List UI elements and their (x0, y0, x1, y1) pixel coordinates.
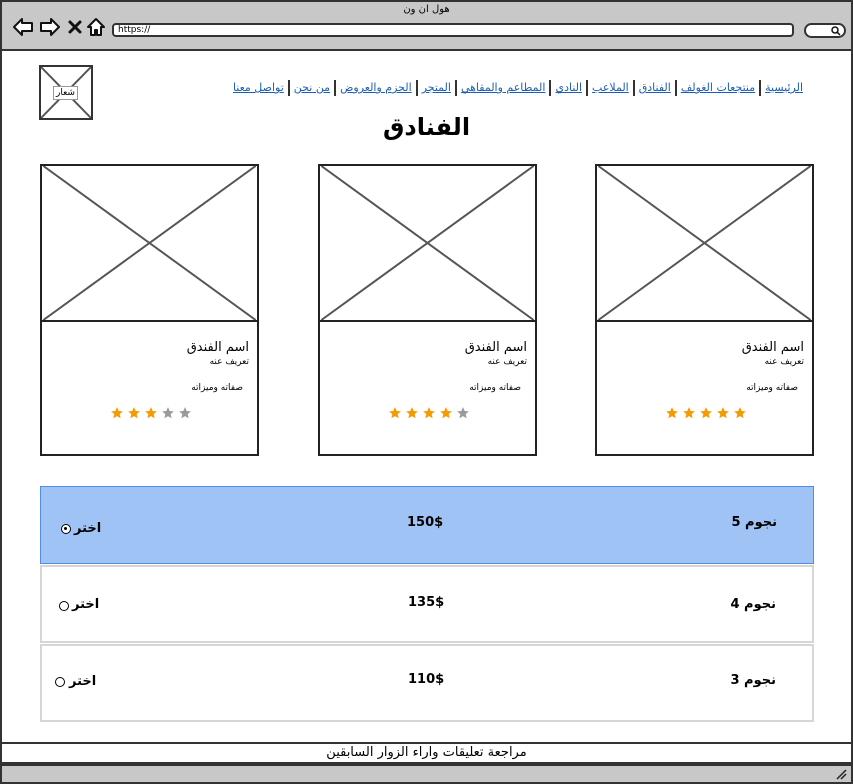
star-icon (457, 407, 469, 419)
status-bar (0, 764, 853, 784)
nav-separator (287, 80, 290, 96)
hotel-name: اسم الفندق (186, 340, 249, 355)
option-choose-label: اختر (69, 674, 97, 689)
resize-grip-icon[interactable] (835, 768, 847, 780)
hotel-rating (110, 406, 195, 420)
option-row-5-stars[interactable]: نجوم 5 150$ اختر (40, 486, 814, 564)
option-choose-label: اختر (74, 521, 102, 536)
hotel-features: صفاته وميزاته (469, 383, 521, 393)
star-icon (389, 407, 401, 419)
home-icon (87, 18, 105, 36)
option-stars-label: نجوم 5 (731, 515, 777, 530)
page-title: الفنادق (382, 113, 471, 141)
star-icon (179, 407, 191, 419)
option-price: 150$ (407, 515, 444, 530)
star-icon (111, 407, 123, 419)
star-icon (700, 407, 712, 419)
hotel-rating (665, 406, 750, 420)
star-icon (162, 407, 174, 419)
reviews-link[interactable]: مراجعة تعليقات واراء الزوار السابقين (2, 742, 851, 764)
option-stars-label: نجوم 3 (730, 673, 776, 688)
option-stars-label: نجوم 4 (730, 597, 776, 612)
star-icon (128, 407, 140, 419)
hotel-image-placeholder (597, 166, 812, 322)
nav-link-home[interactable]: الرئيسية (761, 80, 807, 96)
main-nav: الرئيسية منتجعات الغولف الفنادق الملاعب … (229, 80, 807, 96)
nav-link-about[interactable]: من نحن (290, 80, 334, 96)
star-icon (440, 407, 452, 419)
star-icon (423, 407, 435, 419)
arrow-right-icon (40, 18, 60, 36)
url-input[interactable]: https:// (112, 23, 794, 37)
nav-separator (549, 80, 552, 96)
hotel-description: تعريف عنه (487, 357, 527, 367)
option-radio[interactable] (55, 677, 65, 687)
back-button[interactable] (12, 16, 34, 38)
nav-link-golf-resorts[interactable]: منتجعات الغولف (677, 80, 759, 96)
nav-link-club[interactable]: النادي (551, 80, 586, 96)
hotel-name: اسم الفندق (741, 340, 804, 355)
nav-separator (674, 80, 677, 96)
nav-separator (586, 80, 589, 96)
nav-separator (334, 80, 337, 96)
hotel-card[interactable]: اسم الفندق تعريف عنه صفاته وميزاته (40, 164, 259, 456)
hotel-description: تعريف عنه (764, 357, 804, 367)
nav-link-restaurants[interactable]: المطاعم والمقاهي (457, 80, 550, 96)
browser-search-field[interactable] (804, 23, 846, 38)
nav-link-packages[interactable]: الحزم والعروض (336, 80, 416, 96)
close-icon (68, 20, 82, 34)
hotel-card[interactable]: اسم الفندق تعريف عنه صفاته وميزاته (595, 164, 814, 456)
forward-button[interactable] (39, 16, 61, 38)
nav-separator (759, 80, 762, 96)
arrow-left-icon (13, 18, 33, 36)
search-icon (831, 26, 841, 36)
option-choose-label: اختر (72, 597, 100, 612)
star-icon (406, 407, 418, 419)
hotel-image-placeholder (320, 166, 535, 322)
option-price: 135$ (408, 595, 445, 610)
hotel-features: صفاته وميزاته (746, 383, 798, 393)
hotel-rating (388, 406, 473, 420)
hotel-card[interactable]: اسم الفندق تعريف عنه صفاته وميزاته (318, 164, 537, 456)
star-icon (717, 407, 729, 419)
option-radio[interactable] (61, 524, 71, 534)
option-row-4-stars[interactable]: نجوم 4 135$ اختر (40, 565, 814, 643)
option-radio[interactable] (59, 601, 69, 611)
nav-link-contact[interactable]: تواصل معنا (229, 80, 288, 96)
stop-button[interactable] (64, 16, 86, 38)
hotel-features: صفاته وميزاته (191, 383, 243, 393)
browser-chrome: هول ان ون https:// (0, 0, 853, 51)
star-icon (145, 407, 157, 419)
logo-label: شعار (53, 86, 78, 100)
star-icon (683, 407, 695, 419)
option-row-3-stars[interactable]: نجوم 3 110$ اختر (40, 644, 814, 722)
nav-link-shop[interactable]: المتجر (418, 80, 455, 96)
window-title: هول ان ون (403, 4, 450, 15)
hotel-name: اسم الفندق (464, 340, 527, 355)
nav-link-courses[interactable]: الملاعب (588, 80, 633, 96)
option-price: 110$ (408, 672, 445, 687)
home-button[interactable] (85, 16, 107, 38)
nav-separator (415, 80, 418, 96)
nav-separator (454, 80, 457, 96)
nav-separator (632, 80, 635, 96)
hotel-description: تعريف عنه (209, 357, 249, 367)
hotel-image-placeholder (42, 166, 257, 322)
star-icon (734, 407, 746, 419)
star-icon (666, 407, 678, 419)
nav-link-hotels[interactable]: الفنادق (635, 80, 675, 96)
